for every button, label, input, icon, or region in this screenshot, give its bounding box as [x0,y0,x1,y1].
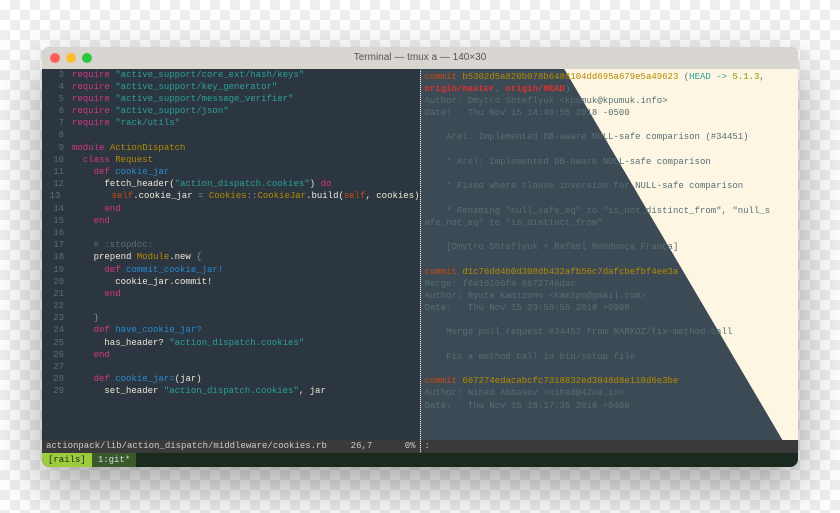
git-log-line[interactable] [425,314,795,326]
git-log-line[interactable] [425,363,795,375]
file-path: actionpack/lib/action_dispatch/middlewar… [46,441,327,451]
code-line[interactable]: 20 cookie_jar.commit! [42,276,420,288]
code-line[interactable]: 3require "active_support/core_ext/hash/k… [42,69,420,81]
line-number: 11 [42,166,72,178]
code-line[interactable]: 27 [42,361,420,373]
git-log-line[interactable]: origin/master, origin/HEAD) [425,83,795,95]
editor-pane[interactable]: 3require "active_support/core_ext/hash/k… [42,69,420,467]
git-log-line[interactable]: Author: Dmytro Shteflyuk <kpumuk@kpumuk.… [425,95,795,107]
editor-statusline: actionpack/lib/action_dispatch/middlewar… [42,440,420,453]
line-number: 27 [42,361,72,373]
tmux-statusbar: [rails] 1:git* [42,453,798,467]
git-log-line[interactable] [425,144,795,156]
git-log-line[interactable]: commit d1c76dd4b0d308db432afb56c7dafcbef… [425,266,795,278]
line-number: 4 [42,81,72,93]
code-line[interactable]: 26 end [42,349,420,361]
line-number: 15 [42,215,72,227]
git-log-line[interactable]: Date: Thu Nov 15 18:17:35 2018 +0400 [425,400,795,412]
code-line[interactable]: 17 # :stopdoc: [42,239,420,251]
code-line[interactable]: 12 fetch_header("action_dispatch.cookies… [42,178,420,190]
git-log-line[interactable]: Author: Ryuta Kamizono <kamipo@gmail.com… [425,290,795,302]
git-log-line[interactable] [425,253,795,265]
git-log-line[interactable] [425,119,795,131]
line-number: 12 [42,178,72,190]
terminal-window: Terminal — tmux a — 140×30 3require "act… [42,47,798,467]
git-log-line[interactable]: afe_not_eq" to "is_distinct_from" [425,217,795,229]
tmux-session[interactable]: [rails] [42,453,92,467]
code-line[interactable]: 9module ActionDispatch [42,142,420,154]
code-line[interactable]: 21 end [42,288,420,300]
code-line[interactable]: 28 def cookie_jar=(jar) [42,373,420,385]
titlebar[interactable]: Terminal — tmux a — 140×30 [42,47,798,69]
line-number: 29 [42,385,72,397]
line-number: 17 [42,239,72,251]
line-number: 9 [42,142,72,154]
terminal-content[interactable]: 3require "active_support/core_ext/hash/k… [42,69,798,467]
git-log-pane[interactable]: commit b5302d5a820b078b6488104dd695a679e… [420,69,799,467]
code-line[interactable]: 16 [42,227,420,239]
line-number: 13 [42,190,68,202]
git-log-line[interactable]: [Dmytro Shteflyuk + Rafael Mendonça Fran… [425,241,795,253]
git-log-line[interactable]: Merge pull request #34457 from NARKOZ/fi… [425,326,795,338]
code-line[interactable]: 19 def commit_cookie_jar! [42,264,420,276]
git-log-line[interactable] [425,339,795,351]
git-log-line[interactable]: Author: Nihad Abbasov <nihad@42na.in> [425,387,795,399]
code-line[interactable]: 6require "active_support/json" [42,105,420,117]
line-number: 26 [42,349,72,361]
line-number: 16 [42,227,72,239]
code-line[interactable]: 14 end [42,203,420,215]
git-log-line[interactable] [425,192,795,204]
line-number: 3 [42,69,72,81]
code-line[interactable]: 13 self.cookie_jar = Cookies::CookieJar.… [42,190,420,202]
git-log-line[interactable]: Date: Thu Nov 15 14:49:55 2018 -0500 [425,107,795,119]
code-line[interactable]: 22 [42,300,420,312]
code-line[interactable]: 8 [42,129,420,141]
code-line[interactable]: 5require "active_support/message_verifie… [42,93,420,105]
code-line[interactable]: 4require "active_support/key_generator" [42,81,420,93]
code-line[interactable]: 7require "rack/utils" [42,117,420,129]
line-number: 28 [42,373,72,385]
code-line[interactable]: 18 prepend Module.new { [42,251,420,263]
code-line[interactable]: 29 set_header "action_dispatch.cookies",… [42,385,420,397]
line-number: 6 [42,105,72,117]
code-line[interactable]: 24 def have_cookie_jar? [42,324,420,336]
line-number: 22 [42,300,72,312]
code-line[interactable]: 10 class Request [42,154,420,166]
line-number: 21 [42,288,72,300]
git-log-line[interactable] [425,229,795,241]
line-number: 25 [42,337,72,349]
pager-statusline: : [421,440,799,453]
git-log-line[interactable]: commit b5302d5a820b078b6488104dd695a679e… [425,71,795,83]
line-number: 23 [42,312,72,324]
pager-prompt: : [425,441,430,451]
git-log-line[interactable]: * Fixed where clause inversion for NULL-… [425,180,795,192]
code-line[interactable]: 23 } [42,312,420,324]
scroll-pct: 0% [405,441,416,451]
git-log-line[interactable]: * Arel: Implemented DB-aware NULL-safe c… [425,156,795,168]
line-number: 10 [42,154,72,166]
code-line[interactable]: 11 def cookie_jar [42,166,420,178]
git-log-line[interactable]: Merge: f6a16106fa 667274edac [425,278,795,290]
code-line[interactable]: 15 end [42,215,420,227]
git-log-line[interactable]: Date: Thu Nov 15 23:58:56 2018 +0900 [425,302,795,314]
git-log-line[interactable] [425,168,795,180]
cursor-pos: 26,7 [351,441,373,451]
line-number: 14 [42,203,72,215]
code-line[interactable]: 25 has_header? "action_dispatch.cookies" [42,337,420,349]
line-number: 20 [42,276,72,288]
git-log-line[interactable]: * Renaming "null_safe_eq" to "is_not_dis… [425,205,795,217]
git-log-line[interactable]: Fix a method call in bin/setup file [425,351,795,363]
line-number: 19 [42,264,72,276]
git-log-line[interactable]: commit 667274edacabcfc7318832ed3048d8e11… [425,375,795,387]
window-title: Terminal — tmux a — 140×30 [42,52,798,63]
line-number: 5 [42,93,72,105]
git-log-line[interactable]: Arel: Implemented DB-aware NULL-safe com… [425,131,795,143]
line-number: 24 [42,324,72,336]
line-number: 18 [42,251,72,263]
line-number: 7 [42,117,72,129]
tmux-window[interactable]: 1:git* [92,453,136,467]
line-number: 8 [42,129,72,141]
